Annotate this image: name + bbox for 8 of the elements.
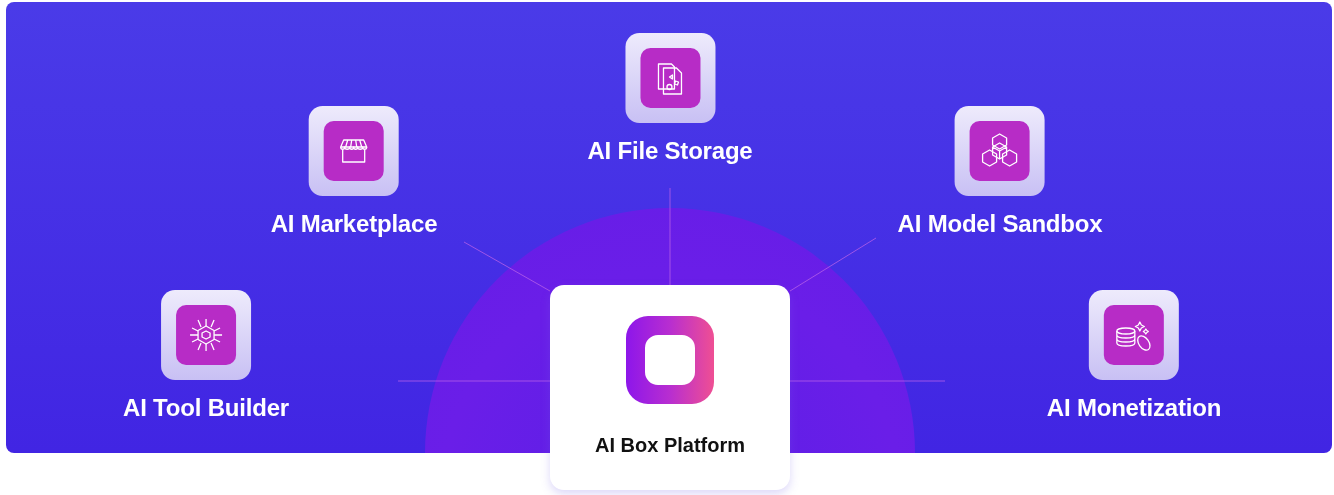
module-label: AI Tool Builder [123,394,289,422]
platform-label: AI Box Platform [595,434,745,457]
module-label: AI Monetization [1046,394,1222,422]
logo-icon [626,316,714,404]
module-label: AI Marketplace [270,210,438,238]
module-label: AI Model Sandbox [897,210,1103,238]
chip-icon [187,316,225,354]
module-label: AI File Storage [587,137,753,165]
